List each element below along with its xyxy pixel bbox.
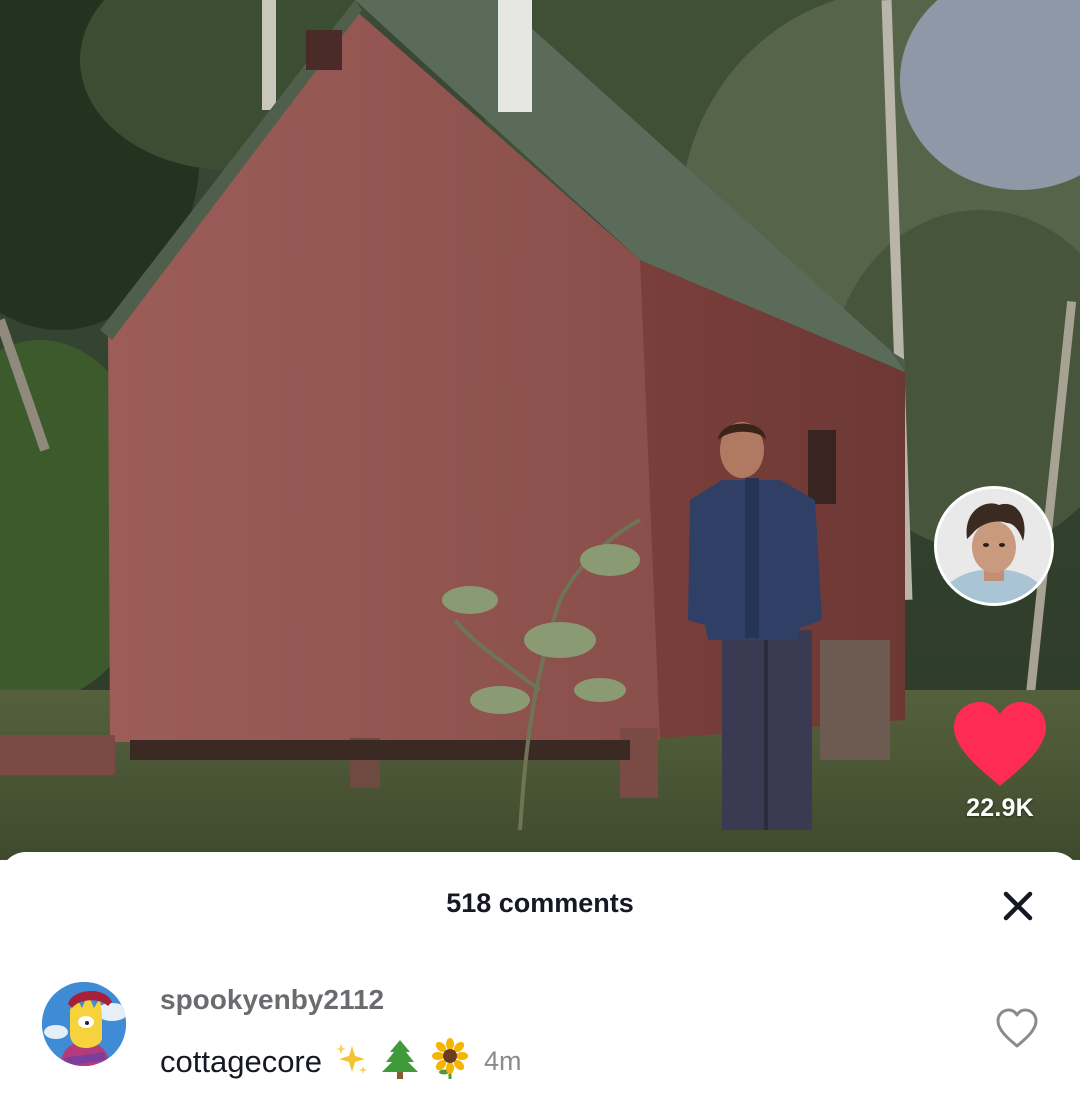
comment-timestamp: 4m: [484, 1046, 522, 1076]
heart-outline-icon: [996, 1008, 1038, 1048]
close-x-icon: [1003, 891, 1033, 921]
like-button[interactable]: 22.9K: [940, 700, 1060, 850]
commenter-avatar-image: [42, 982, 126, 1066]
comment-text: cottagecore: [160, 1043, 322, 1079]
video-frame: [0, 0, 1080, 860]
creator-avatar[interactable]: [934, 486, 1054, 606]
video-player[interactable]: 22.9K: [0, 0, 1080, 860]
like-count: 22.9K: [966, 794, 1034, 822]
comments-sheet: 518 comments spookyenby2112 cottagecore: [0, 852, 1080, 1108]
comment-body: cottagecore 4m: [160, 1038, 522, 1085]
comment-item: spookyenby2112 cottagecore 4m: [0, 980, 1080, 1090]
comment-like-button[interactable]: [994, 1006, 1040, 1052]
comment-username[interactable]: spookyenby2112: [160, 984, 384, 1016]
close-button[interactable]: [994, 882, 1042, 930]
heart-filled-icon: [954, 702, 1046, 786]
creator-photo: [937, 489, 1051, 603]
commenter-avatar[interactable]: [42, 982, 126, 1066]
comments-count-title: 518 comments: [446, 888, 634, 918]
evergreen-tree-emoji-icon: [380, 1038, 420, 1085]
sparkles-emoji-icon: [332, 1040, 370, 1083]
sunflower-emoji-icon: [430, 1038, 470, 1085]
